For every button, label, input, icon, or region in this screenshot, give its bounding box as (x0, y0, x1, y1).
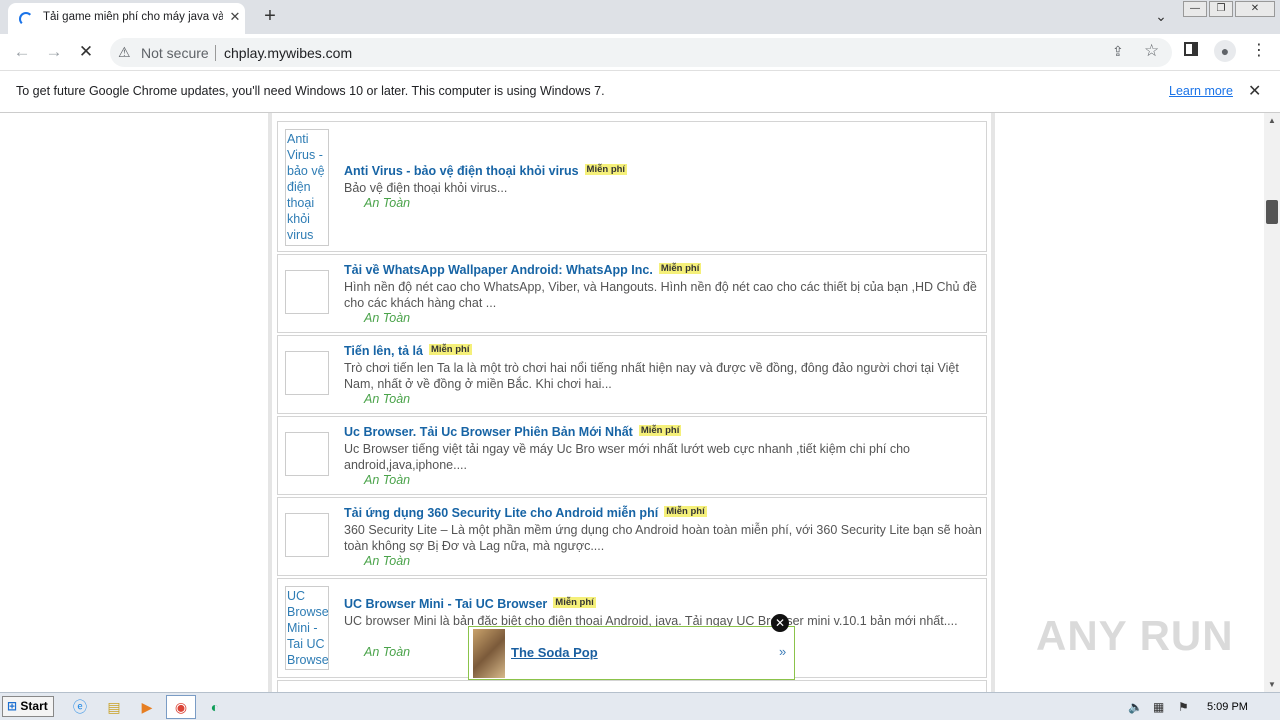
list-item[interactable]: Tải ứng dụng 360 Security Lite cho Andro… (277, 497, 987, 576)
window-minimize-button[interactable]: — (1183, 1, 1207, 17)
tab-strip: Tải game miễn phí cho máy java và a ✕ + … (0, 0, 1280, 34)
item-title-link[interactable]: Tải về WhatsApp Wallpaper Android: Whats… (344, 263, 702, 277)
tab-search-chevron-icon[interactable]: ⌄ (1151, 8, 1171, 26)
start-label: Start (20, 699, 48, 713)
free-badge: Miễn phí (584, 164, 628, 175)
chrome-icon: ◉ (174, 699, 188, 715)
item-description: Hình nền độ nét cao cho WhatsApp, Viber,… (344, 280, 977, 310)
warning-triangle-icon[interactable]: ⚠ (118, 44, 131, 61)
free-badge: Miễn phí (664, 506, 707, 517)
safe-label: An Toàn (364, 196, 411, 210)
update-infobar: To get future Google Chrome updates, you… (0, 72, 1280, 113)
window-close-button[interactable]: ✕ (1235, 1, 1275, 17)
app-thumbnail[interactable] (285, 513, 329, 557)
safe-label: An Toàn (364, 392, 411, 406)
list-item-partial[interactable] (277, 680, 987, 692)
system-clock[interactable]: 5:09 PM (1207, 701, 1248, 713)
item-description: Trò chơi tiến len Ta la là một trò chơi … (344, 361, 959, 391)
list-item[interactable]: Uc Browser. Tải Uc Browser Phiên Bản Mới… (277, 416, 987, 495)
active-tab[interactable]: Tải game miễn phí cho máy java và a ✕ (8, 3, 245, 34)
profile-avatar-icon[interactable]: ● (1214, 40, 1236, 62)
safe-label: An Toàn (364, 554, 411, 568)
anyrun-watermark: ANY RUN (1036, 612, 1234, 659)
app-thumbnail[interactable]: UC Browser Mini - Tai UC Browser (285, 586, 329, 670)
bookmark-star-icon[interactable]: ☆ (1144, 41, 1159, 61)
app-thumbnail[interactable] (285, 351, 329, 395)
ad-image[interactable] (473, 629, 505, 678)
edge-icon[interactable]: ◐ (205, 697, 225, 717)
share-icon[interactable]: ⇪ (1112, 43, 1124, 60)
stop-loading-icon[interactable]: ✕ (74, 40, 98, 64)
item-title-text[interactable]: Uc Browser. Tải Uc Browser Phiên Bản Mới… (344, 425, 633, 439)
item-title-text[interactable]: Tiến lên, tả lá (344, 344, 423, 358)
safe-label: An Toàn (364, 311, 411, 325)
item-description: Bảo vệ điện thoại khỏi virus... (344, 181, 508, 195)
app-thumbnail[interactable] (285, 432, 329, 476)
app-thumbnail[interactable] (285, 270, 329, 314)
file-explorer-icon[interactable]: ▤ (104, 697, 124, 717)
chrome-taskbar-button[interactable]: ◉ (166, 695, 196, 719)
tab-close-button[interactable]: ✕ (226, 8, 244, 26)
item-title-link[interactable]: Uc Browser. Tải Uc Browser Phiên Bản Mới… (344, 425, 682, 439)
back-arrow-icon[interactable]: ← (10, 40, 34, 64)
free-badge: Miễn phí (638, 425, 682, 436)
action-center-flag-icon[interactable]: ⚑ (1178, 700, 1189, 714)
list-item[interactable]: Tiến lên, tả lá Miễn phí Trò chơi tiến le… (277, 335, 987, 414)
item-description: Uc Browser tiếng việt tải ngay về máy Uc… (344, 442, 910, 472)
safe-label: An Toàn (364, 473, 411, 487)
list-item[interactable]: Anti Virus - bảo vệ điện thoại khỏi viru… (277, 121, 987, 252)
item-title-text[interactable]: Tải về WhatsApp Wallpaper Android: Whats… (344, 263, 653, 277)
ad-arrow-icon[interactable]: » (779, 644, 786, 659)
learn-more-link[interactable]: Learn more (1169, 84, 1233, 98)
windows-taskbar: ⊞ Start ⓔ ▤ ▶ ◉ ◐ 🔈 ▦ ⚑ 5:09 PM (0, 692, 1280, 720)
start-button[interactable]: ⊞ Start (2, 696, 54, 717)
side-panel-icon[interactable] (1184, 42, 1198, 56)
free-badge: Miễn phí (428, 344, 472, 355)
window-restore-button[interactable]: ❐ (1209, 1, 1233, 17)
ad-title-link[interactable]: The Soda Pop (511, 645, 598, 660)
free-badge: Miễn phí (553, 597, 596, 608)
tab-title: Tải game miễn phí cho máy java và a (43, 11, 223, 23)
ad-close-button[interactable]: ✕ (771, 614, 789, 632)
ad-popup[interactable]: The Soda Pop » (468, 626, 795, 680)
internet-explorer-icon[interactable]: ⓔ (70, 697, 90, 717)
volume-icon[interactable]: 🔈 (1128, 700, 1143, 714)
loading-spinner-icon (19, 12, 33, 26)
item-title-text[interactable]: Anti Virus - bảo vệ điện thoại khỏi viru… (344, 164, 579, 178)
free-badge: Miễn phí (658, 263, 702, 274)
scrollbar-thumb[interactable] (1266, 200, 1278, 224)
scroll-down-arrow-icon[interactable]: ▼ (1268, 680, 1276, 689)
item-title-link[interactable]: UC Browser Mini - Tai UC Browser Miễn phí (344, 597, 596, 611)
media-player-icon[interactable]: ▶ (137, 697, 157, 717)
infobar-message: To get future Google Chrome updates, you… (16, 84, 605, 98)
list-item[interactable]: Tải về WhatsApp Wallpaper Android: Whats… (277, 254, 987, 333)
address-separator (215, 45, 216, 61)
url-text[interactable]: chplay.mywibes.com (224, 45, 352, 61)
more-menu-icon[interactable]: ⋮ (1251, 40, 1267, 60)
item-title-link[interactable]: Tiến lên, tả lá Miễn phí (344, 344, 472, 358)
item-title-link[interactable]: Anti Virus - bảo vệ điện thoại khỏi viru… (344, 164, 628, 178)
browser-toolbar: ← → ✕ ⚠ Not secure chplay.mywibes.com ⇪ … (0, 34, 1280, 71)
forward-arrow-icon[interactable]: → (42, 40, 66, 64)
windows-logo-icon: ⊞ (7, 699, 18, 713)
scroll-up-arrow-icon[interactable]: ▲ (1268, 116, 1276, 125)
new-tab-button[interactable]: + (258, 5, 282, 29)
security-status[interactable]: Not secure (141, 45, 209, 61)
item-title-link[interactable]: Tải ứng dụng 360 Security Lite cho Andro… (344, 506, 707, 520)
address-bar[interactable]: ⚠ Not secure chplay.mywibes.com ⇪ ☆ (110, 38, 1172, 67)
network-icon[interactable]: ▦ (1153, 700, 1164, 714)
infobar-close-icon[interactable]: ✕ (1248, 81, 1261, 101)
app-thumbnail[interactable]: Anti Virus - bảo vệ điện thoại khỏi viru… (285, 129, 329, 246)
item-description: 360 Security Lite – Là một phần mềm ứng … (344, 523, 982, 553)
item-title-text[interactable]: UC Browser Mini - Tai UC Browser (344, 597, 547, 611)
item-title-text[interactable]: Tải ứng dụng 360 Security Lite cho Andro… (344, 506, 658, 520)
safe-label: An Toàn (364, 645, 411, 659)
